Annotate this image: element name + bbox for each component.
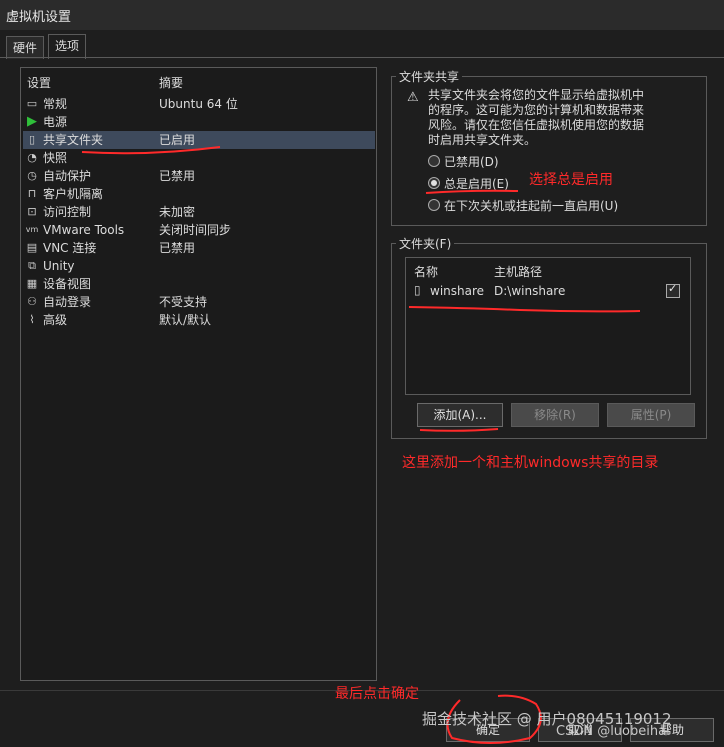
- annotation-select-always: 选择总是启用: [529, 172, 613, 188]
- tab-divider: [0, 57, 724, 58]
- tab-hardware[interactable]: 硬件: [6, 36, 45, 59]
- autoprotect-clock-icon: ◷: [27, 169, 37, 182]
- settings-item-name: 共享文件夹: [43, 133, 104, 147]
- settings-item-value: 已启用: [159, 133, 196, 147]
- tab-bar: 硬件 选项: [0, 30, 724, 59]
- warning-line: 的程序。这可能为您的计算机和数据带来: [428, 103, 645, 117]
- title-bar: 虚拟机设置: [0, 0, 724, 30]
- device-view-icon: ▦: [26, 277, 38, 290]
- advanced-pulse-icon: ⌇: [29, 313, 35, 326]
- radio-always-enabled[interactable]: [428, 177, 440, 189]
- settings-item-advanced[interactable]: ⌇ 高级 默认/默认: [23, 311, 375, 329]
- folder-sharing-title: 文件夹共享: [396, 68, 463, 85]
- warning-line: 时启用共享文件夹。: [428, 133, 537, 147]
- settings-item-isolation[interactable]: ⊓ 客户机隔离: [23, 185, 375, 203]
- monitor-icon: ▭: [26, 97, 38, 110]
- column-header-summary: 摘要: [159, 76, 184, 90]
- settings-item-name: 客户机隔离: [43, 187, 104, 201]
- radio-disabled[interactable]: [428, 155, 440, 167]
- table-row[interactable]: ▯ winshare D:\winshare: [408, 282, 688, 302]
- sharing-warning-text: 共享文件夹会将您的文件显示给虚拟机中 的程序。这可能为您的计算机和数据带来 风险…: [428, 88, 658, 148]
- folders-list[interactable]: 名称 主机路径 ▯ winshare D:\winshare: [405, 257, 691, 395]
- window-title: 虚拟机设置: [6, 10, 72, 25]
- warning-icon: ⚠: [407, 90, 419, 105]
- settings-item-value: Ubuntu 64 位: [159, 97, 238, 111]
- column-header-setting: 设置: [27, 76, 52, 90]
- settings-item-value: 已禁用: [159, 241, 196, 255]
- settings-item-autologin[interactable]: ⚇ 自动登录 不受支持: [23, 293, 375, 311]
- settings-item-name: 电源: [43, 115, 68, 129]
- settings-item-name: 自动保护: [43, 169, 92, 183]
- vmware-tools-icon: vm: [25, 225, 39, 234]
- settings-item-value: 关闭时间同步: [159, 223, 232, 237]
- unity-icon: ⧉: [28, 259, 36, 272]
- annotation-add-folder: 这里添加一个和主机windows共享的目录: [402, 455, 659, 471]
- settings-item-value: 默认/默认: [159, 313, 212, 327]
- settings-item-power[interactable]: ▶ 电源: [23, 113, 375, 131]
- settings-item-autoprotect[interactable]: ◷ 自动保护 已禁用: [23, 167, 375, 185]
- settings-item-value: 已禁用: [159, 169, 196, 183]
- settings-item-name: 快照: [43, 151, 68, 165]
- folder-enabled-checkbox[interactable]: [666, 282, 680, 298]
- settings-item-vmware-tools[interactable]: vm VMware Tools 关闭时间同步: [23, 221, 375, 239]
- folders-column-path: 主机路径: [494, 265, 543, 279]
- settings-item-name: 高级: [43, 313, 68, 327]
- radio-until-poweroff-label[interactable]: 在下次关机或挂起前一直启用(U): [444, 197, 618, 214]
- settings-item-snapshot[interactable]: ◔ 快照: [23, 149, 375, 167]
- properties-button[interactable]: 属性(P): [607, 403, 695, 427]
- settings-item-value: 不受支持: [159, 295, 208, 309]
- watermark-csdn: CSDN @luobeihai: [556, 724, 670, 739]
- warning-line: 风险。请仅在您信任虚拟机使用您的数据: [428, 118, 645, 132]
- snapshot-icon: ◔: [27, 151, 37, 164]
- settings-item-unity[interactable]: ⧉ Unity: [23, 257, 375, 275]
- settings-item-name: 访问控制: [43, 205, 92, 219]
- settings-item-name: 自动登录: [43, 295, 92, 309]
- autologin-users-icon: ⚇: [27, 295, 37, 308]
- shared-folder-icon: ▯: [414, 283, 421, 297]
- radio-always-enabled-label[interactable]: 总是启用(E): [444, 175, 509, 192]
- shared-folder-icon: ▯: [28, 133, 36, 146]
- settings-item-value: 未加密: [159, 205, 196, 219]
- vnc-icon: ▤: [26, 241, 38, 254]
- settings-item-name: 常规: [43, 97, 68, 111]
- settings-item-access-control[interactable]: ⊡ 访问控制 未加密: [23, 203, 375, 221]
- settings-item-device-view[interactable]: ▦ 设备视图: [23, 275, 375, 293]
- annotation-finally-ok: 最后点击确定: [335, 686, 419, 702]
- settings-item-shared-folders[interactable]: ▯ 共享文件夹 已启用: [23, 131, 375, 149]
- settings-item-name: VNC 连接: [43, 241, 97, 255]
- settings-item-vnc[interactable]: ▤ VNC 连接 已禁用: [23, 239, 375, 257]
- folder-path: D:\winshare: [494, 284, 566, 298]
- tab-options[interactable]: 选项: [48, 34, 87, 59]
- folders-title: 文件夹(F): [396, 235, 455, 252]
- settings-item-name: Unity: [43, 259, 75, 273]
- add-folder-button[interactable]: 添加(A)...: [417, 403, 503, 427]
- settings-item-name: 设备视图: [43, 277, 92, 291]
- radio-until-poweroff[interactable]: [428, 199, 440, 211]
- lock-icon: ⊓: [27, 187, 37, 200]
- warning-line: 共享文件夹会将您的文件显示给虚拟机中: [428, 88, 645, 102]
- remove-folder-button[interactable]: 移除(R): [511, 403, 599, 427]
- folder-name: winshare: [430, 284, 485, 298]
- folders-column-name: 名称: [414, 265, 439, 279]
- settings-list[interactable]: 设置 摘要 ▭ 常规 Ubuntu 64 位 ▶ 电源 ▯ 共享文件夹 已启用 …: [20, 67, 377, 681]
- radio-disabled-label[interactable]: 已禁用(D): [444, 153, 499, 170]
- settings-item-general[interactable]: ▭ 常规 Ubuntu 64 位: [23, 95, 375, 113]
- access-control-icon: ⊡: [27, 205, 37, 218]
- settings-item-name: VMware Tools: [43, 223, 125, 237]
- power-play-icon: ▶: [27, 114, 37, 129]
